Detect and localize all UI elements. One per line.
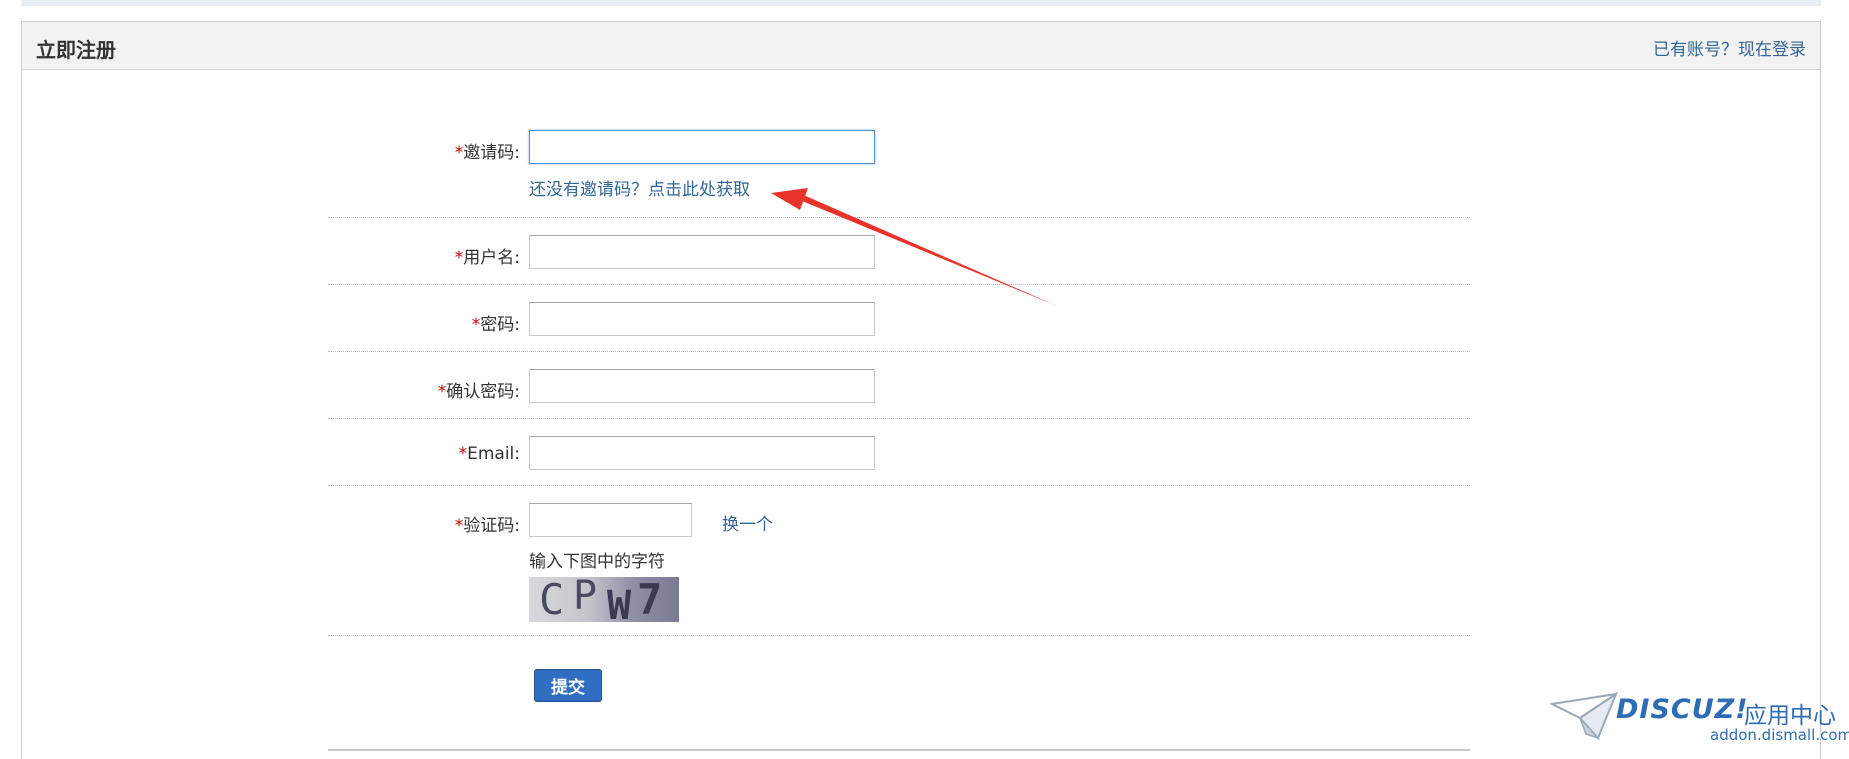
required-mark: *: [454, 516, 464, 536]
confirm-password-input[interactable]: [529, 369, 875, 403]
page-title: 立即注册: [36, 38, 116, 62]
form-row-email: *Email:: [328, 419, 1470, 486]
captcha-label: *验证码:: [320, 511, 520, 536]
confirm-password-label-text: 确认密码:: [446, 382, 520, 402]
password-label: *密码:: [320, 310, 520, 335]
discuz-watermark: DISCUZ! 应用中心 addon.dismall.com: [1550, 690, 1849, 750]
brand-name: DISCUZ!: [1616, 694, 1749, 725]
required-mark: *: [454, 248, 464, 268]
confirm-password-label: *确认密码:: [320, 377, 520, 402]
username-label: *用户名:: [320, 243, 520, 268]
required-mark: *: [437, 382, 447, 402]
password-label-text: 密码:: [480, 315, 520, 335]
form-row-submit: 提交: [328, 636, 1470, 751]
email-input[interactable]: [529, 436, 875, 470]
captcha-input[interactable]: [529, 503, 692, 537]
brand-url: addon.dismall.com: [1710, 726, 1849, 744]
change-captcha-link[interactable]: 换一个: [722, 510, 773, 535]
form-row-username: *用户名:: [328, 218, 1470, 285]
captcha-char: 7: [637, 577, 663, 622]
captcha-label-text: 验证码:: [463, 516, 520, 536]
brand-name-cn: 应用中心: [1744, 703, 1836, 729]
required-mark: *: [454, 143, 464, 163]
form-row-captcha: *验证码: 换一个 输入下图中的字符 C P W 7: [328, 486, 1470, 636]
form-row-confirm-password: *确认密码:: [328, 352, 1470, 419]
paper-plane-icon: [1550, 691, 1619, 740]
captcha-char: P: [573, 577, 598, 619]
required-mark: *: [458, 444, 468, 464]
get-invite-code-link[interactable]: 还没有邀请码？点击此处获取: [529, 175, 750, 200]
captcha-tip: 输入下图中的字符: [529, 552, 665, 572]
form-row-password: *密码:: [328, 285, 1470, 352]
email-label-text: Email:: [467, 444, 520, 464]
panel-header: 立即注册 已有账号？现在登录: [22, 22, 1820, 70]
invite-label: *邀请码:: [320, 138, 520, 163]
login-link[interactable]: 已有账号？现在登录: [1653, 35, 1806, 60]
submit-button[interactable]: 提交: [534, 669, 602, 702]
invite-code-input[interactable]: [529, 130, 875, 164]
email-label: *Email:: [320, 444, 520, 464]
captcha-char: W: [607, 583, 632, 622]
required-mark: *: [471, 315, 481, 335]
password-input[interactable]: [529, 302, 875, 336]
form-row-invite: *邀请码: 还没有邀请码？点击此处获取: [328, 105, 1470, 218]
captcha-image[interactable]: C P W 7: [529, 577, 679, 622]
username-input[interactable]: [529, 235, 875, 269]
register-form: *邀请码: 还没有邀请码？点击此处获取 *用户名: *密码: *确认密码: *E…: [328, 105, 1470, 751]
captcha-char: C: [539, 577, 565, 622]
invite-label-text: 邀请码:: [463, 143, 520, 163]
top-bar: [21, 0, 1821, 6]
username-label-text: 用户名:: [463, 248, 520, 268]
